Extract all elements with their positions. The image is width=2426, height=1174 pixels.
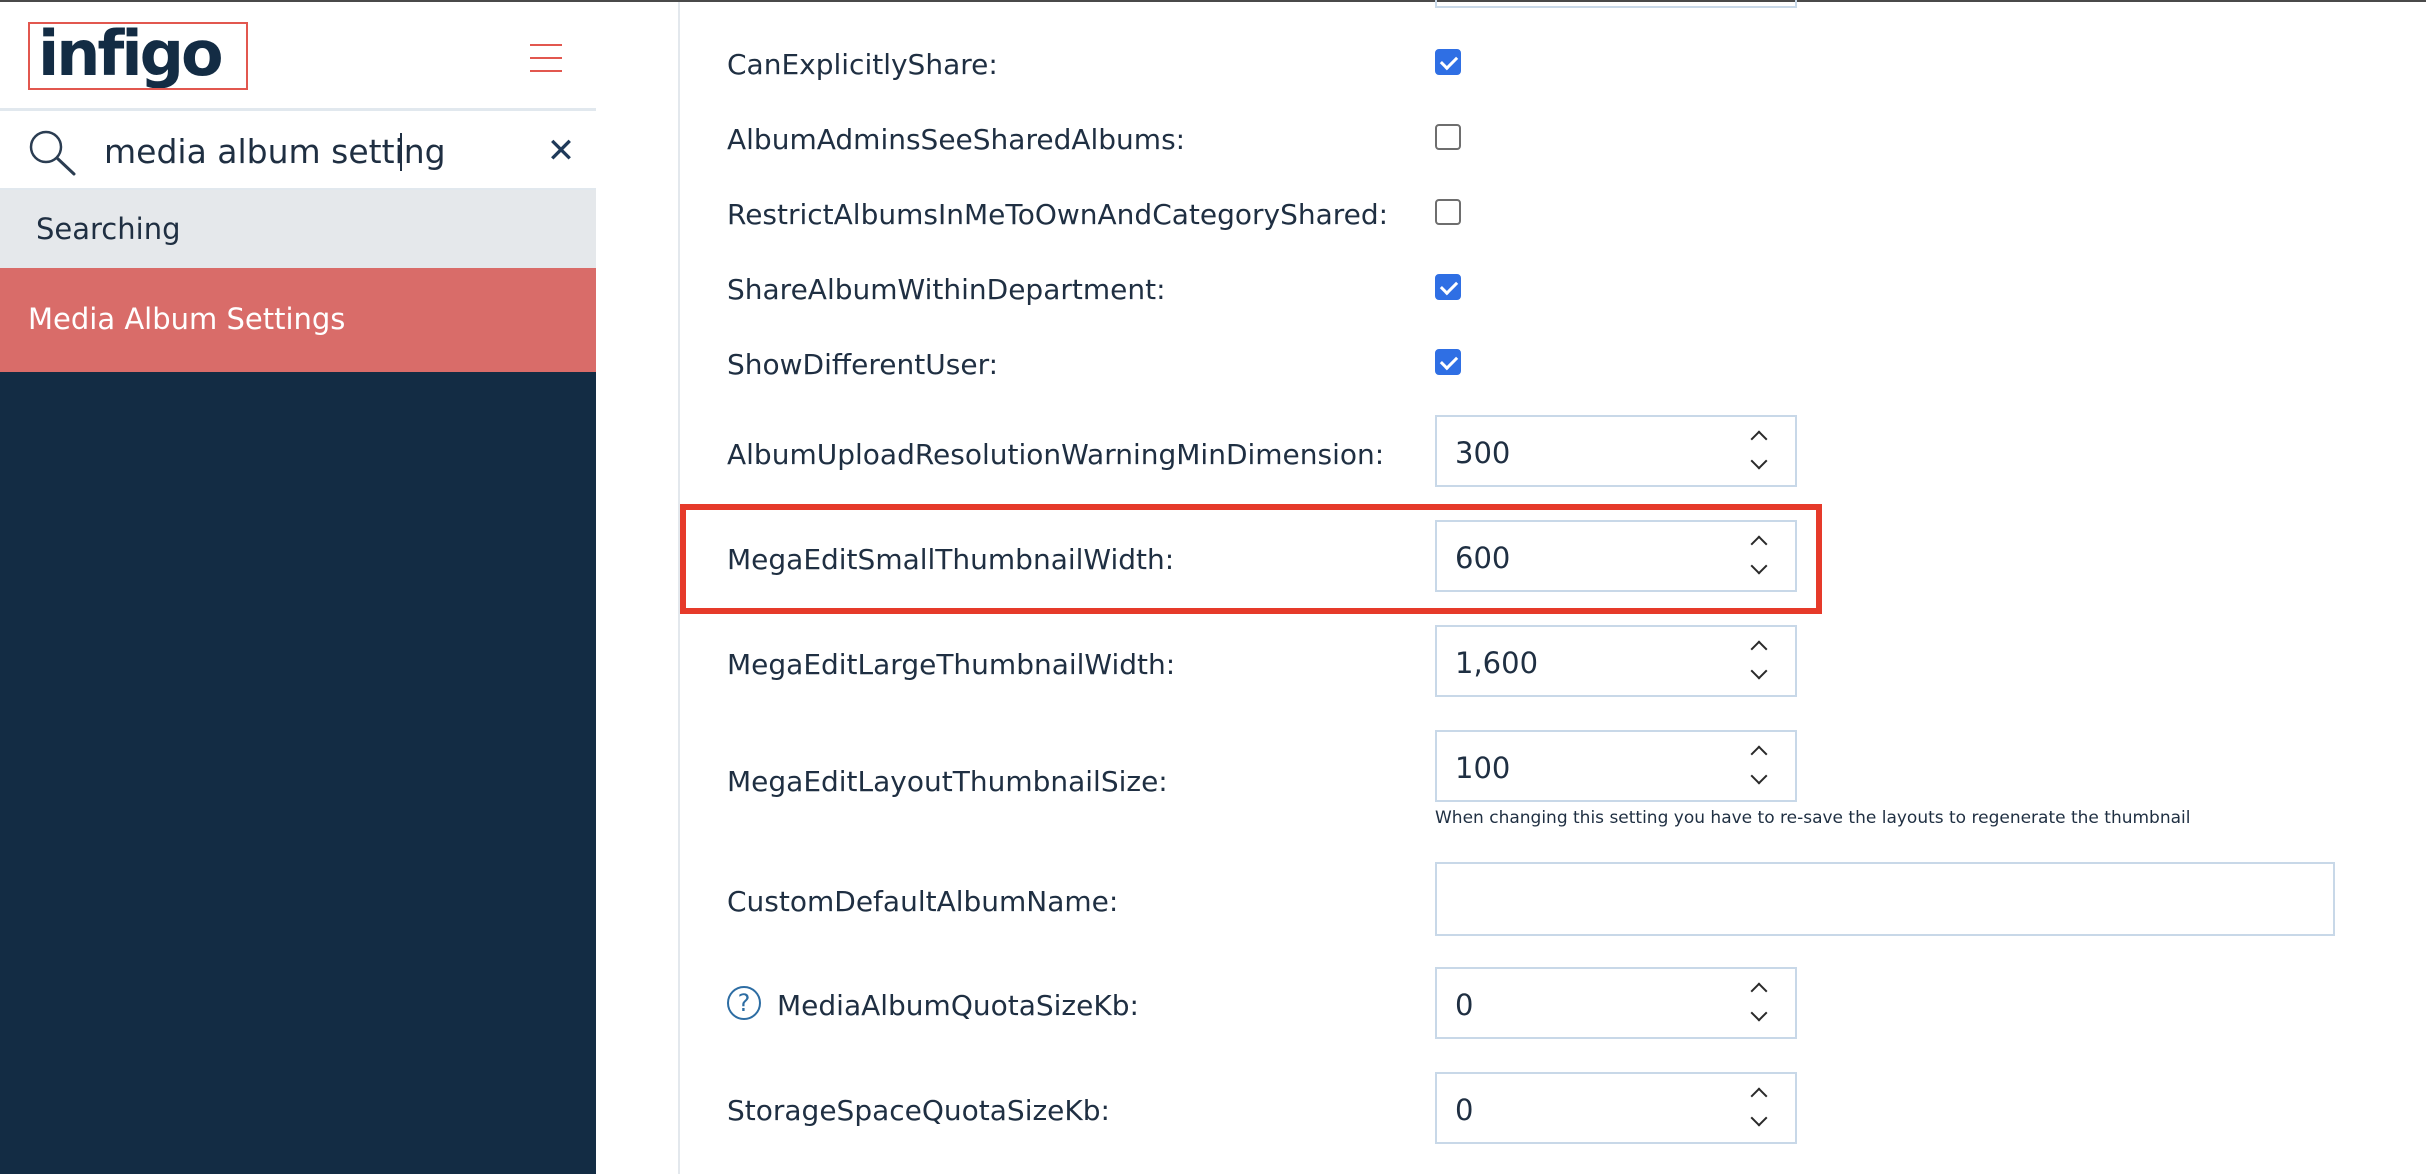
panel-divider [678, 2, 680, 1174]
decrement-chevron-down-icon[interactable] [1750, 557, 1768, 575]
show-different-user-label: ShowDifferentUser: [727, 348, 999, 381]
clear-search-icon[interactable]: ✕ [546, 131, 576, 171]
increment-chevron-up-icon[interactable] [1750, 430, 1768, 448]
number-spinner[interactable] [1747, 1082, 1771, 1136]
mega-edit-small-thumb-value: 600 [1455, 541, 1511, 575]
media-album-quota-label: MediaAlbumQuotaSizeKb: [777, 989, 1139, 1022]
album-admins-see-shared-albums-label: AlbumAdminsSeeSharedAlbums: [727, 123, 1186, 156]
can-explicitly-share-checkbox[interactable] [1435, 49, 1461, 75]
number-spinner[interactable] [1747, 740, 1771, 794]
infigo-logo[interactable]: infigo [28, 22, 248, 90]
custom-default-album-name-label: CustomDefaultAlbumName: [727, 885, 1119, 918]
search-result-label: Media Album Settings [28, 302, 346, 336]
share-album-within-department-checkbox[interactable] [1435, 274, 1461, 300]
mega-edit-large-thumb-value: 1,600 [1455, 646, 1539, 680]
share-album-within-department-label: ShareAlbumWithinDepartment: [727, 273, 1166, 306]
album-upload-resolution-value: 300 [1455, 436, 1511, 470]
storage-space-quota-input[interactable]: 0 [1435, 1072, 1797, 1144]
media-album-quota-value: 0 [1455, 988, 1474, 1022]
show-different-user-checkbox[interactable] [1435, 349, 1461, 375]
mega-edit-layout-thumb-label: MegaEditLayoutThumbnailSize: [727, 765, 1168, 798]
number-spinner[interactable] [1747, 425, 1771, 479]
increment-chevron-up-icon[interactable] [1750, 535, 1768, 553]
search-input[interactable] [104, 125, 524, 177]
restrict-albums-label: RestrictAlbumsInMeToOwnAndCategoryShared… [727, 198, 1389, 231]
storage-space-quota-value: 0 [1455, 1093, 1474, 1127]
mega-edit-layout-thumb-input[interactable]: 100 [1435, 730, 1797, 802]
text-caret [400, 133, 402, 171]
increment-chevron-up-icon[interactable] [1750, 640, 1768, 658]
media-album-quota-input[interactable]: 0 [1435, 967, 1797, 1039]
layout-thumb-hint: When changing this setting you have to r… [1435, 808, 2191, 828]
sidebar-search: ✕ [0, 108, 596, 190]
can-explicitly-share-label: CanExplicitlyShare: [727, 48, 998, 81]
increment-chevron-up-icon[interactable] [1750, 982, 1768, 1000]
number-spinner[interactable] [1747, 530, 1771, 584]
mega-edit-large-thumb-label: MegaEditLargeThumbnailWidth: [727, 648, 1176, 681]
search-result-item[interactable]: Media Album Settings [0, 268, 596, 372]
settings-panel: CanExplicitlyShare: AlbumAdminsSeeShared… [596, 0, 2426, 1174]
sidebar: infigo ✕ Searching Media Album Settings [0, 2, 596, 1174]
storage-space-quota-label: StorageSpaceQuotaSizeKb: [727, 1094, 1110, 1127]
mega-edit-layout-thumb-value: 100 [1455, 751, 1511, 785]
album-upload-resolution-input[interactable]: 300 [1435, 415, 1797, 487]
help-icon[interactable]: ? [727, 986, 761, 1020]
search-icon [29, 130, 76, 176]
hamburger-menu-icon[interactable] [530, 44, 562, 74]
number-spinner[interactable] [1747, 635, 1771, 689]
custom-default-album-name-input[interactable] [1435, 862, 2335, 936]
search-status-text: Searching [36, 212, 181, 246]
album-admins-see-shared-albums-checkbox[interactable] [1435, 124, 1461, 150]
mega-edit-small-thumb-label: MegaEditSmallThumbnailWidth: [727, 543, 1175, 576]
mega-edit-small-thumb-input[interactable]: 600 [1435, 520, 1797, 592]
restrict-albums-checkbox[interactable] [1435, 199, 1461, 225]
increment-chevron-up-icon[interactable] [1750, 745, 1768, 763]
decrement-chevron-down-icon[interactable] [1750, 767, 1768, 785]
partial-input-above [1435, 0, 1797, 8]
logo-area: infigo [0, 2, 596, 108]
mega-edit-large-thumb-input[interactable]: 1,600 [1435, 625, 1797, 697]
search-status: Searching [0, 190, 596, 268]
decrement-chevron-down-icon[interactable] [1750, 1004, 1768, 1022]
increment-chevron-up-icon[interactable] [1750, 1087, 1768, 1105]
decrement-chevron-down-icon[interactable] [1750, 452, 1768, 470]
decrement-chevron-down-icon[interactable] [1750, 662, 1768, 680]
number-spinner[interactable] [1747, 977, 1771, 1031]
decrement-chevron-down-icon[interactable] [1750, 1109, 1768, 1127]
album-upload-resolution-label: AlbumUploadResolutionWarningMinDimension… [727, 438, 1385, 471]
